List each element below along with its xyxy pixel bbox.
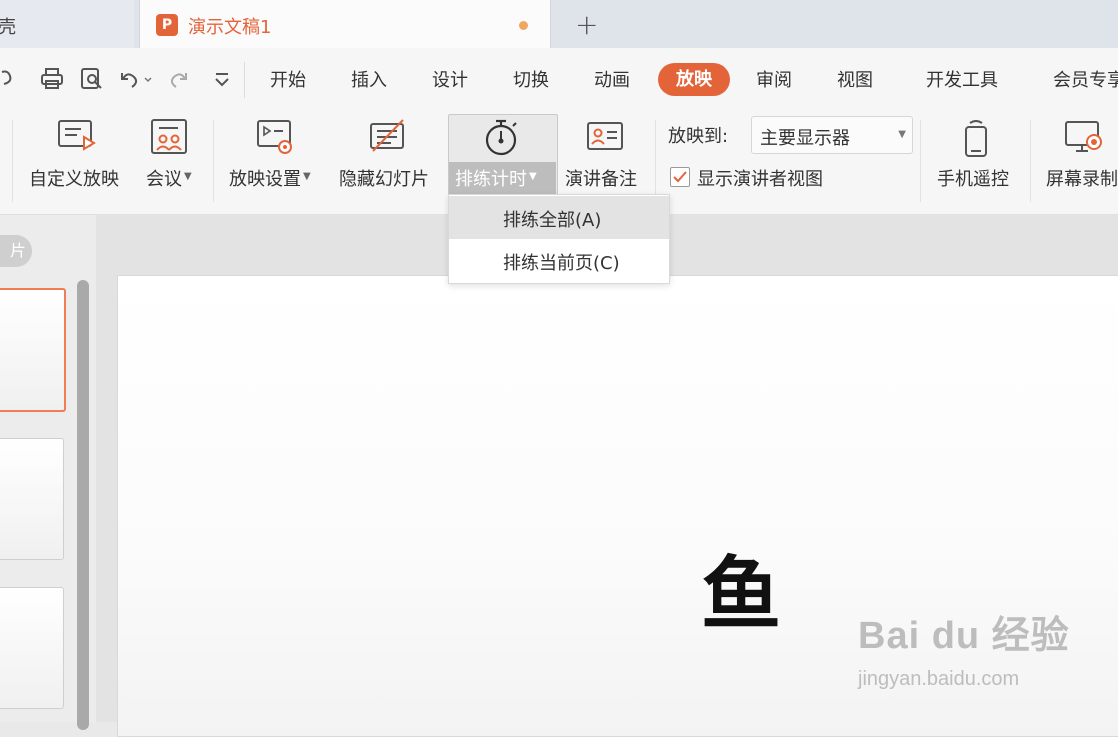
thumbnail-scrollbar[interactable] <box>77 280 89 730</box>
tab-bar: 壳 P 演示文稿1 + <box>0 0 1118 48</box>
menu-slideshow[interactable]: 放映 <box>658 63 730 96</box>
divider <box>1030 120 1031 202</box>
tab-previous[interactable]: 壳 <box>0 0 134 48</box>
output-to-label: 放映到: <box>668 126 729 147</box>
watermark-url: jingyan.baidu.com <box>858 668 1020 690</box>
slide-thumbnail[interactable] <box>0 587 64 709</box>
tab-previous-label: 壳 <box>0 17 16 38</box>
chevron-down-icon: ▼ <box>303 171 311 182</box>
hide-slide-icon[interactable] <box>369 118 407 156</box>
screen-record-button[interactable]: 屏幕录制 <box>1046 165 1118 191</box>
save-icon[interactable] <box>0 68 20 95</box>
divider <box>920 120 921 202</box>
slides-tab[interactable]: 片 <box>0 235 32 267</box>
menu-developer[interactable]: 开发工具 <box>926 66 998 92</box>
print-icon[interactable] <box>40 68 64 95</box>
presenter-view-label: 显示演讲者视图 <box>697 169 823 190</box>
meeting-button[interactable]: 会议 ▼ <box>146 165 192 191</box>
menu-animations[interactable]: 动画 <box>594 66 630 92</box>
menu-transitions[interactable]: 切换 <box>513 66 549 92</box>
chevron-down-icon: ▼ <box>184 171 192 182</box>
slide-thumbnail-panel: 片 <box>0 215 97 730</box>
screen-record-icon[interactable] <box>1064 118 1102 156</box>
stopwatch-icon[interactable] <box>482 118 520 156</box>
custom-show-icon[interactable] <box>57 118 96 156</box>
speaker-notes-icon[interactable] <box>586 118 624 156</box>
rehearse-timing-label: 排练计时 ▼ <box>455 165 537 191</box>
rehearse-timing-text: 排练计时 <box>455 169 527 190</box>
divider <box>213 120 214 202</box>
chevron-down-icon: ▼ <box>529 171 537 182</box>
show-settings-label: 放映设置 <box>229 169 301 190</box>
chevron-down-icon: ▼ <box>898 129 906 140</box>
tab-active-document[interactable]: P 演示文稿1 <box>139 0 551 48</box>
meeting-icon[interactable] <box>150 118 188 156</box>
divider <box>244 62 245 98</box>
meeting-label: 会议 <box>146 169 182 190</box>
new-tab-button[interactable]: + <box>575 8 598 41</box>
unsaved-indicator-icon <box>519 21 528 30</box>
divider <box>655 120 656 202</box>
custom-show-button[interactable]: 自定义放映 <box>29 165 119 191</box>
rehearse-current-menu-item[interactable]: 排练当前页(C) <box>449 239 669 282</box>
rehearse-all-label: 排练全部(A) <box>503 210 602 231</box>
menu-design[interactable]: 设计 <box>432 66 468 92</box>
speaker-notes-button[interactable]: 演讲备注 <box>565 165 637 191</box>
print-preview-icon[interactable] <box>80 68 104 95</box>
tab-title: 演示文稿1 <box>188 17 272 38</box>
menu-insert[interactable]: 插入 <box>351 66 387 92</box>
redo-icon[interactable] <box>168 68 192 95</box>
baidu-watermark: Bai du 经验 jingyan.baidu.com <box>858 604 1070 690</box>
menu-view[interactable]: 视图 <box>837 66 873 92</box>
slide-thumbnail[interactable] <box>0 438 64 560</box>
output-display-value: 主要显示器 <box>760 128 850 149</box>
phone-remote-button[interactable]: 手机遥控 <box>937 165 1009 191</box>
output-display-select[interactable]: 主要显示器 ▼ <box>751 116 913 154</box>
divider <box>12 120 13 202</box>
slide-text-box[interactable]: 鱼 <box>701 530 781 646</box>
hide-slide-button[interactable]: 隐藏幻灯片 <box>339 165 429 191</box>
rehearse-current-label: 排练当前页(C) <box>503 253 620 274</box>
menu-member[interactable]: 会员专享 <box>1053 66 1118 92</box>
slide-thumbnail[interactable] <box>0 288 66 412</box>
show-settings-icon[interactable] <box>256 118 294 156</box>
customize-quick-access-icon[interactable] <box>212 68 232 95</box>
undo-icon[interactable] <box>118 68 152 95</box>
menu-review[interactable]: 审阅 <box>756 66 792 92</box>
menu-home[interactable]: 开始 <box>270 66 306 92</box>
watermark-logo: Bai du 经验 <box>858 615 1070 657</box>
presentation-logo-icon: P <box>156 14 178 36</box>
menu-bar: 开始 插入 设计 切换 动画 放映 审阅 视图 开发工具 会员专享 <box>0 48 1118 110</box>
phone-remote-icon[interactable] <box>958 118 996 157</box>
show-settings-button[interactable]: 放映设置 ▼ <box>229 165 311 191</box>
rehearse-all-menu-item[interactable]: 排练全部(A) <box>449 196 669 239</box>
rehearse-timing-menu: 排练全部(A) 排练当前页(C) <box>448 194 670 284</box>
presenter-view-checkbox[interactable] <box>670 167 690 187</box>
